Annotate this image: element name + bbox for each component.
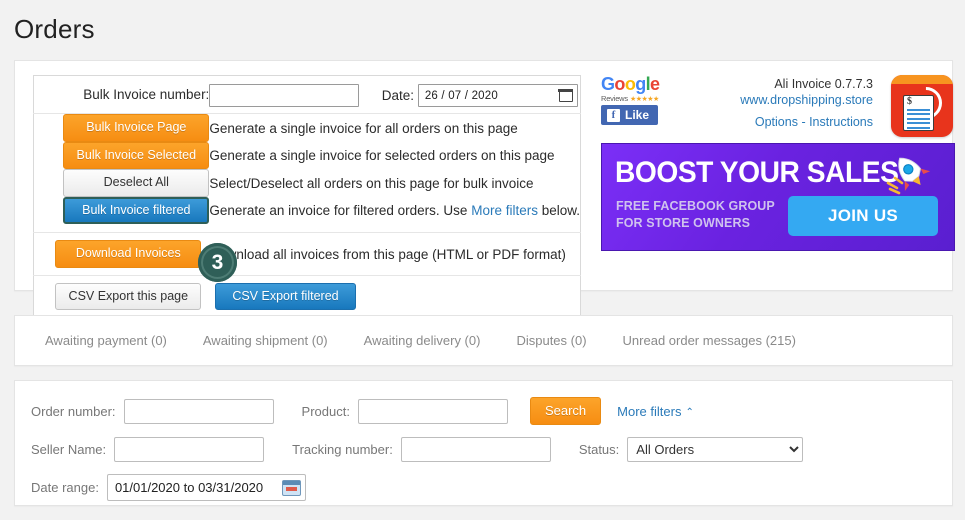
product-input[interactable]	[358, 399, 508, 424]
bulk-invoice-number-input[interactable]	[209, 84, 359, 107]
document-lines	[904, 109, 933, 131]
dollar-sign-icon: $	[907, 97, 912, 107]
filters-row-1: Order number: Product: Search More filte…	[31, 397, 942, 425]
more-filters-inline-link[interactable]: More filters	[471, 203, 538, 218]
download-invoices-row: Download Invoices Download all invoices …	[34, 233, 581, 276]
tab-awaiting-shipment[interactable]: Awaiting shipment (0)	[185, 333, 346, 348]
ali-invoice-app-icon: $	[891, 75, 953, 137]
promo-subline: FREE FACEBOOK GROUPFOR STORE OWNERS	[616, 198, 775, 231]
facebook-icon: f	[607, 109, 620, 122]
facebook-like-button[interactable]: f Like	[601, 105, 658, 125]
invoice-tools-panel: Bulk Invoice number: Date: 26 / 07 / 202…	[14, 60, 953, 291]
order-number-input[interactable]	[124, 399, 274, 424]
csv-export-this-page-button[interactable]: CSV Export this page	[55, 283, 201, 311]
filters-row-2: Seller Name: Tracking number: Status: Al…	[31, 437, 942, 462]
date-range-input[interactable]: 01/01/2020 to 03/31/2020	[107, 474, 306, 501]
order-number-label: Order number:	[31, 404, 116, 419]
calendar-picker-icon[interactable]	[282, 480, 301, 496]
bulk-invoice-number-label: Bulk Invoice number:	[34, 76, 210, 114]
orders-page: Orders Bulk Invoice number: Date: 26 / 0…	[0, 0, 965, 520]
filters-row-3: Date range: 01/01/2020 to 03/31/2020	[31, 474, 942, 501]
filtered-desc-after: below.	[538, 203, 580, 218]
facebook-like-label: Like	[625, 108, 649, 122]
rocket-icon	[886, 152, 938, 196]
bulk-invoice-page-desc: Generate a single invoice for all orders…	[209, 114, 580, 142]
order-filters-panel: Order number: Product: Search More filte…	[14, 380, 953, 506]
tracking-number-input[interactable]	[401, 437, 551, 462]
order-status-tabs-panel: Awaiting payment (0) Awaiting shipment (…	[14, 315, 953, 366]
more-filters-toggle[interactable]: More filters ⌃	[617, 404, 694, 419]
date-group: Date: 26 / 07 / 2020	[382, 88, 578, 103]
bulk-invoice-filtered-button[interactable]: Bulk Invoice filtered	[63, 197, 209, 225]
promo-headline: BOOST YOUR SALES	[615, 156, 898, 190]
seller-name-label: Seller Name:	[31, 442, 106, 457]
filtered-desc-before: Generate an invoice for filtered orders.…	[209, 203, 471, 218]
google-logo-icon: Google	[601, 75, 663, 93]
social-row: Google Reviews ★★★★★ f Like Ali Invoice …	[601, 75, 953, 137]
invoice-document-icon: $	[903, 95, 934, 131]
date-range-value: 01/01/2020 to 03/31/2020	[115, 480, 282, 495]
status-label: Status:	[579, 442, 619, 457]
date-range-label: Date range:	[31, 480, 99, 495]
brand-column: Google Reviews ★★★★★ f Like Ali Invoice …	[601, 75, 953, 137]
download-invoices-button[interactable]: Download Invoices	[55, 240, 201, 268]
bulk-invoice-number-row: Bulk Invoice number: Date: 26 / 07 / 202…	[34, 76, 581, 114]
tab-awaiting-delivery[interactable]: Awaiting delivery (0)	[346, 333, 499, 348]
date-label: Date:	[382, 88, 414, 103]
brand-links: Options - Instructions	[740, 115, 873, 129]
bulk-invoice-selected-row: Bulk Invoice Selected Generate a single …	[34, 142, 581, 170]
order-filters-form: Order number: Product: Search More filte…	[31, 397, 942, 505]
bulk-invoice-filtered-desc: Generate an invoice for filtered orders.…	[209, 197, 580, 233]
app-website-link[interactable]: www.dropshipping.store	[740, 93, 873, 107]
chevron-up-icon: ⌃	[685, 407, 693, 418]
google-reviews-sub: Reviews ★★★★★	[601, 94, 663, 103]
seller-name-input[interactable]	[114, 437, 264, 462]
bulk-invoice-selected-button[interactable]: Bulk Invoice Selected	[63, 142, 209, 170]
star-rating-icon: ★★★★★	[630, 95, 659, 103]
deselect-all-button[interactable]: Deselect All	[63, 169, 209, 197]
tab-unread-order-messages[interactable]: Unread order messages (215)	[605, 333, 814, 348]
instructions-link[interactable]: Instructions	[809, 115, 873, 129]
bulk-invoice-selected-desc: Generate a single invoice for selected o…	[209, 142, 580, 170]
invoice-tools-table: Bulk Invoice number: Date: 26 / 07 / 202…	[33, 75, 581, 319]
page-title: Orders	[14, 14, 95, 45]
bulk-invoice-filtered-row: Bulk Invoice filtered Generate an invoic…	[34, 197, 581, 233]
invoice-date-value: 26 / 07 / 2020	[425, 90, 553, 102]
more-filters-label: More filters	[617, 404, 681, 419]
order-status-tabs: Awaiting payment (0) Awaiting shipment (…	[15, 316, 952, 365]
product-label: Product:	[302, 404, 350, 419]
deselect-all-row: Deselect All Select/Deselect all orders …	[34, 169, 581, 197]
app-version-label: Ali Invoice 0.7.7.3	[740, 77, 873, 91]
invoice-date-input[interactable]: 26 / 07 / 2020	[418, 84, 578, 107]
status-select[interactable]: All Orders	[627, 437, 803, 462]
brand-info: Ali Invoice 0.7.7.3 www.dropshipping.sto…	[740, 77, 873, 129]
tracking-number-label: Tracking number:	[292, 442, 393, 457]
app-icon-top-strip	[891, 75, 953, 84]
deselect-all-desc: Select/Deselect all orders on this page …	[209, 169, 580, 197]
search-button[interactable]: Search	[530, 397, 601, 425]
tab-awaiting-payment[interactable]: Awaiting payment (0)	[27, 333, 185, 348]
csv-export-row: CSV Export this page CSV Export filtered	[34, 275, 581, 319]
promo-join-us-button[interactable]: JOIN US	[788, 196, 938, 236]
download-invoices-desc: Download all invoices from this page (HT…	[209, 233, 580, 276]
bulk-invoice-page-row: Bulk Invoice Page Generate a single invo…	[34, 114, 581, 142]
promo-banner[interactable]: BOOST YOUR SALES FREE FACEBOOK GROUPFOR …	[601, 143, 955, 251]
google-reviews-badge[interactable]: Google Reviews ★★★★★	[601, 75, 663, 103]
calendar-icon[interactable]	[559, 89, 573, 102]
csv-export-filtered-button[interactable]: CSV Export filtered	[215, 283, 355, 311]
google-reviews-label: Reviews	[601, 94, 628, 103]
options-link[interactable]: Options	[755, 115, 798, 129]
links-separator: -	[798, 115, 809, 129]
step-badge-3: 3	[198, 243, 237, 282]
bulk-invoice-page-button[interactable]: Bulk Invoice Page	[63, 114, 209, 142]
tab-disputes[interactable]: Disputes (0)	[498, 333, 604, 348]
